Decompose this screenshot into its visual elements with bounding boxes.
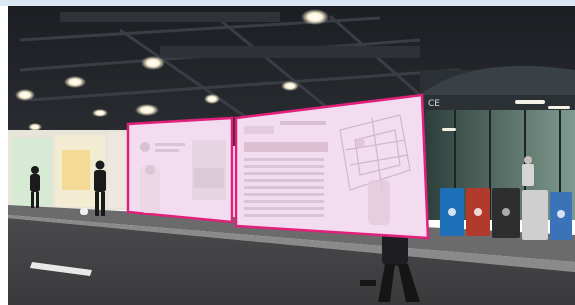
small-dog: [80, 208, 88, 215]
billboard-left: [126, 116, 234, 224]
trash-bins: [440, 188, 572, 240]
scene-svg: CE: [0, 0, 575, 305]
billboard-right: [234, 93, 430, 240]
photo-scene: CE: [0, 0, 575, 305]
top-border: [0, 0, 575, 6]
station-sign: CE: [428, 99, 440, 109]
table-rows: [244, 158, 324, 217]
poster-yellow: [62, 150, 90, 190]
poster-light: [108, 132, 130, 208]
bin-grey: [522, 190, 548, 240]
